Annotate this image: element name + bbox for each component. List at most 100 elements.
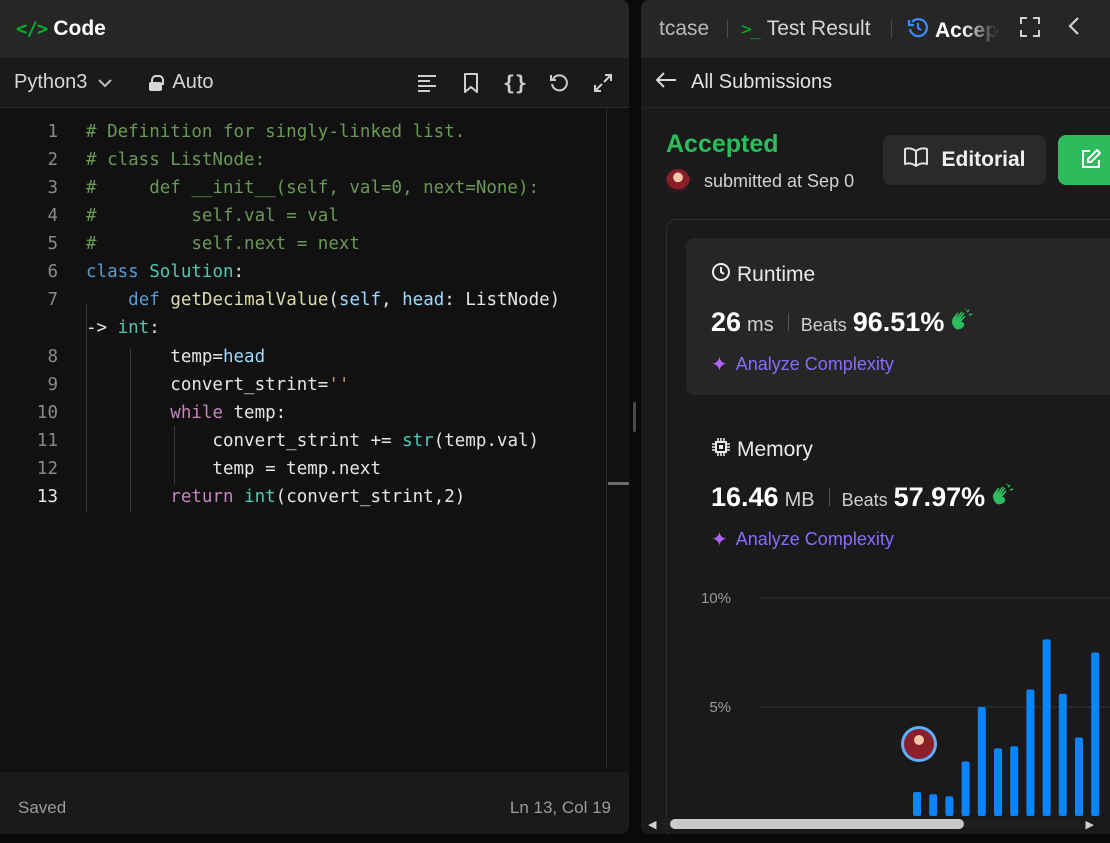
runtime-beats-label: Beats [800,315,847,335]
code-panel: </> Code Python3 Auto {} 1 2 3 4 5 6 7 8… [0,0,629,834]
code-panel-header: </> Code [0,0,629,58]
terminal-icon: >_ [741,18,761,40]
sparkle-icon: ✦ [711,529,728,551]
memory-label: Memory [711,437,813,463]
tab-test-result[interactable]: >_ Test Result [741,17,871,41]
chart-bar[interactable] [1091,652,1100,817]
code-line: def getDecimalValue(self, head: ListNode… [128,290,561,310]
clap-icon [991,484,1015,512]
scroll-left-arrow-icon[interactable]: ◀ [648,818,656,831]
arrow-left-icon[interactable] [655,71,677,95]
format-icon[interactable] [415,71,439,95]
chart-bar[interactable] [1075,737,1083,816]
lock-icon [149,74,165,91]
code-line: temp=head [86,347,266,367]
chart-y-tick-label: 5% [709,699,731,716]
runtime-value: 26 ms Beats 96.51% [711,307,974,338]
code-line: while temp: [170,403,287,423]
language-select[interactable]: Python3 [14,71,113,94]
cursor-position: Ln 13, Col 19 [509,798,611,817]
language-label: Python3 [14,71,88,93]
line-number: 7 [47,290,58,310]
chart-bar[interactable] [1058,693,1067,816]
chevron-down-icon [97,71,113,94]
runtime-title: Runtime [737,263,816,286]
results-tabs: tcase >_ Test Result Accep [641,0,1110,58]
chart-bar[interactable] [961,761,970,817]
tab-testcase[interactable]: tcase [659,17,709,41]
line-number: 12 [36,459,58,479]
editor-toolbar: Python3 Auto {} [0,58,629,108]
autocomplete-mode[interactable]: Auto [149,71,214,94]
collapse-chevron-icon[interactable] [1067,14,1081,44]
code-line: return int(convert_strint,2) [170,487,466,507]
chart-y-tick-label: 10% [701,590,731,607]
chart-bar[interactable] [994,748,1002,816]
analyze-label: Analyze Complexity [735,354,894,374]
memory-distribution-chart[interactable]: 10% 5% [641,580,1110,818]
avatar-marker-face [914,735,924,746]
chart-bar[interactable] [913,792,921,816]
runtime-label: Runtime [711,262,815,288]
maximize-icon[interactable] [1019,16,1041,44]
bookmark-icon[interactable] [459,71,483,95]
code-line: # Definition for singly-linked list. [86,122,466,142]
line-number: 4 [47,206,58,226]
code-panel-title: Code [53,17,106,40]
line-number: 2 [47,150,58,170]
line-number-current: 13 [36,487,58,507]
editorial-label: Editorial [941,148,1026,171]
line-number: 8 [47,347,58,367]
memory-number: 16.46 [711,482,779,512]
solution-button[interactable] [1058,135,1110,185]
chart-horizontal-scrollbar[interactable]: ◀ ▶ [648,818,1094,831]
chart-bar[interactable] [945,796,954,816]
expand-icon[interactable] [591,71,615,95]
memory-value: 16.46 MB Beats 57.97% [711,482,1015,513]
code-line: class Solution: [86,262,245,282]
editor-statusbar: Saved Ln 13, Col 19 [0,790,629,826]
clap-icon [950,309,974,337]
memory-unit: MB [784,489,815,511]
editorial-button[interactable]: Editorial [883,135,1046,185]
line-number: 3 [47,178,58,198]
history-icon [907,17,929,45]
chart-bar[interactable] [929,794,938,816]
chart-bar[interactable] [977,707,986,816]
code-editor[interactable]: 1 2 3 4 5 6 7 8 9 10 11 12 13 # Definiti… [0,108,629,772]
chart-bar[interactable] [1042,639,1051,816]
code-line: # def __init__(self, val=0, next=None): [86,178,540,198]
avatar[interactable] [666,169,690,193]
scrollbar-thumb[interactable] [670,819,964,829]
code-icon: </> [16,18,48,40]
runtime-analyze-link[interactable]: ✦ Analyze Complexity [711,352,894,377]
line-number: 9 [47,375,58,395]
memory-title: Memory [737,438,813,461]
line-number: 1 [47,122,58,142]
reset-icon[interactable] [547,71,571,95]
tab-overflow-fade [961,0,997,58]
braces-icon[interactable]: {} [503,71,527,95]
line-number: 5 [47,234,58,254]
code-line: # class ListNode: [86,150,266,170]
editor-tools: {} [415,58,615,108]
panel-resize-handle[interactable] [633,402,636,432]
code-line: temp = temp.next [86,459,382,479]
submission-status: Accepted [666,130,779,158]
tab-separator [891,20,892,38]
scroll-right-arrow-icon[interactable]: ▶ [1086,818,1094,831]
runtime-beats-percent: 96.51% [852,307,945,337]
chart-bar[interactable] [1026,689,1035,816]
line-number: 11 [36,431,58,451]
submitted-time: submitted at Sep 0 [704,171,855,191]
sparkle-icon: ✦ [711,354,728,376]
submissions-header[interactable]: All Submissions [641,58,1110,108]
chart-bar[interactable] [1010,746,1019,816]
divider [787,313,789,331]
line-number: 6 [47,262,58,282]
memory-analyze-link[interactable]: ✦ Analyze Complexity [711,527,894,552]
editor-vertical-scrollbar[interactable] [606,108,607,768]
tab-testcase-label: tcase [659,17,710,40]
chip-icon [711,437,731,463]
all-submissions-link[interactable]: All Submissions [691,71,832,94]
